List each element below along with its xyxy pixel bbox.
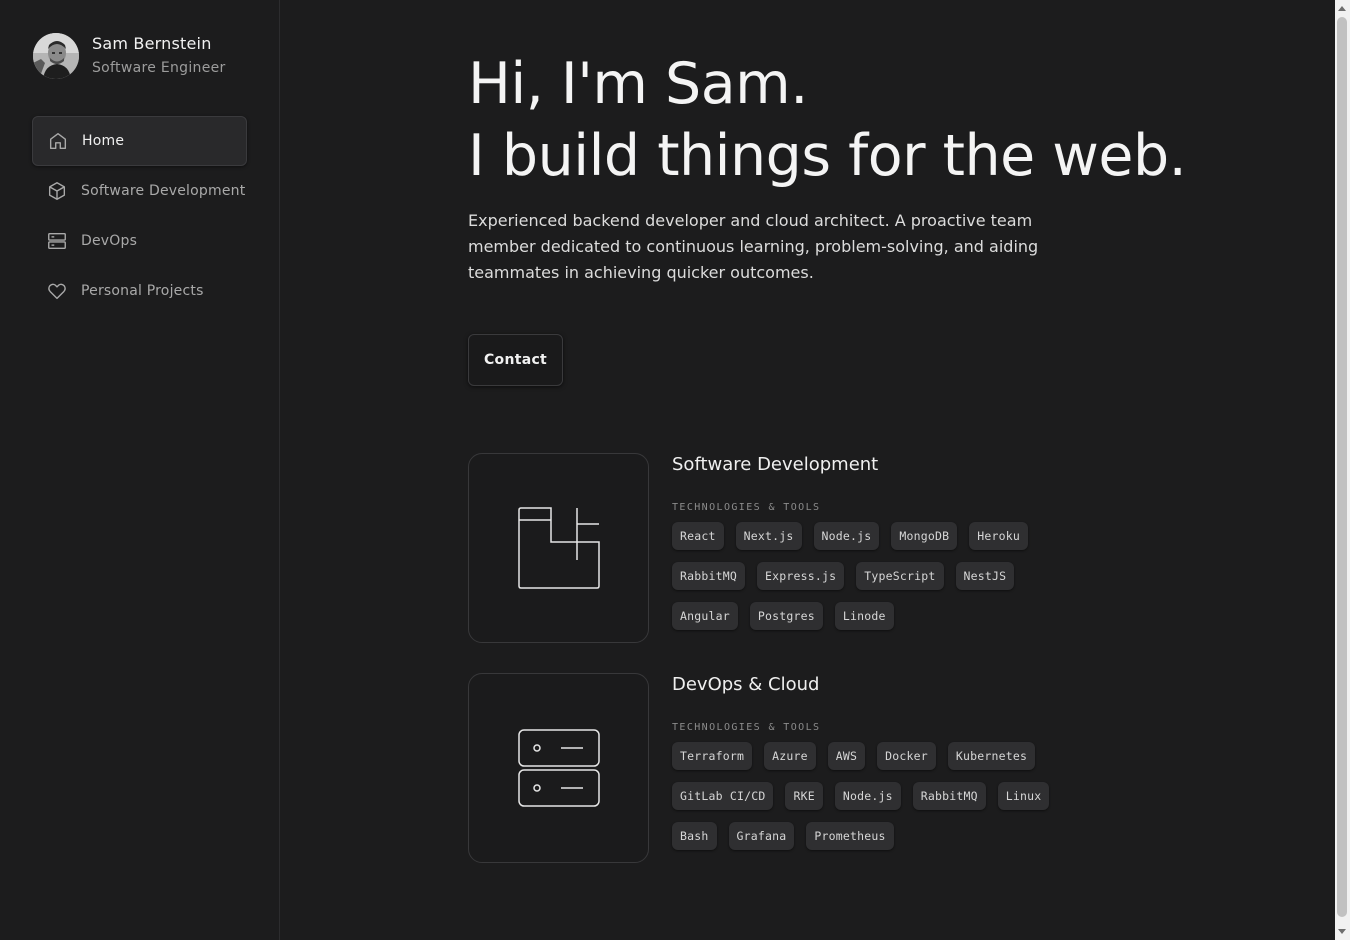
layout-icon (517, 507, 600, 589)
section-card (468, 673, 649, 863)
tag: TypeScript (856, 562, 944, 590)
tag: RKE (785, 782, 823, 810)
sidebar-item-personal-projects[interactable]: Personal Projects (32, 266, 247, 316)
tag: Linode (834, 602, 894, 630)
tag: Terraform (672, 742, 753, 770)
sidebar: Sam Bernstein Software Engineer Home Sof… (0, 0, 280, 940)
avatar (33, 33, 79, 79)
hero-line-1: Hi, I'm Sam. (468, 51, 808, 117)
profile: Sam Bernstein Software Engineer (33, 33, 226, 79)
cube-icon (46, 180, 68, 202)
tag: Grafana (728, 822, 795, 850)
sidebar-item-devops[interactable]: DevOps (32, 216, 247, 266)
app-root: Sam Bernstein Software Engineer Home Sof… (0, 0, 1350, 940)
tag: Prometheus (806, 822, 894, 850)
profile-role: Software Engineer (92, 60, 226, 76)
tag-list: Terraform Azure AWS Docker Kubernetes Gi… (672, 742, 1062, 862)
tag: RabbitMQ (672, 562, 745, 590)
section-title: DevOps & Cloud (672, 674, 820, 695)
section-title: Software Development (672, 454, 879, 475)
sidebar-item-label: DevOps (81, 233, 138, 249)
tag: Express.js (757, 562, 845, 590)
tag: React (672, 522, 724, 550)
tag: Azure (764, 742, 816, 770)
tag: Linux (997, 782, 1050, 810)
scroll-down-icon[interactable] (1338, 929, 1346, 934)
scroll-up-icon[interactable] (1338, 6, 1346, 11)
tag: MongoDB (891, 522, 958, 550)
tag: Docker (877, 742, 936, 770)
section-card (468, 453, 649, 643)
sidebar-item-label: Personal Projects (81, 283, 204, 299)
home-icon (47, 130, 69, 152)
tag: Node.js (813, 522, 880, 550)
scrollbar[interactable] (1335, 0, 1350, 940)
tag: Angular (672, 602, 738, 630)
tag: Kubernetes (947, 742, 1036, 770)
tag: RabbitMQ (912, 782, 986, 810)
tag: Next.js (735, 522, 802, 550)
section-devops-cloud: DevOps & Cloud TECHNOLOGIES & TOOLS Terr… (468, 673, 1068, 863)
contact-button[interactable]: Contact (468, 334, 563, 386)
tag: NestJS (955, 562, 1015, 590)
server-icon (46, 230, 68, 252)
server-icon (517, 729, 600, 807)
hero-description: Experienced backend developer and cloud … (468, 211, 1039, 282)
hero-line-2: I build things for the web. (468, 123, 1187, 189)
sidebar-item-home[interactable]: Home (32, 116, 247, 166)
sidebar-item-label: Home (82, 133, 125, 149)
tag: Node.js (834, 782, 901, 810)
sidebar-item-label: Software Development (81, 183, 246, 199)
avatar-photo-icon (33, 33, 79, 79)
tag: AWS (827, 742, 866, 770)
heart-icon (46, 280, 68, 302)
tag: Bash (672, 822, 717, 850)
main-content: Hi, I'm Sam. I build things for the web.… (280, 0, 1335, 940)
tag: GitLab CI/CD (672, 782, 774, 810)
section-software-development: Software Development TECHNOLOGIES & TOOL… (468, 453, 1068, 643)
section-subtitle: TECHNOLOGIES & TOOLS (672, 502, 821, 513)
tag: Heroku (969, 522, 1028, 550)
tag: Postgres (749, 602, 823, 630)
scroll-thumb[interactable] (1337, 17, 1347, 917)
sidebar-nav: Home Software Development DevOps Persona… (32, 116, 247, 316)
section-subtitle: TECHNOLOGIES & TOOLS (672, 722, 821, 733)
sidebar-item-software-development[interactable]: Software Development (32, 166, 247, 216)
tag-list: React Next.js Node.js MongoDB Heroku Rab… (672, 522, 1062, 642)
hero-title: Hi, I'm Sam. I build things for the web. (468, 48, 1187, 192)
profile-name: Sam Bernstein (92, 34, 212, 53)
